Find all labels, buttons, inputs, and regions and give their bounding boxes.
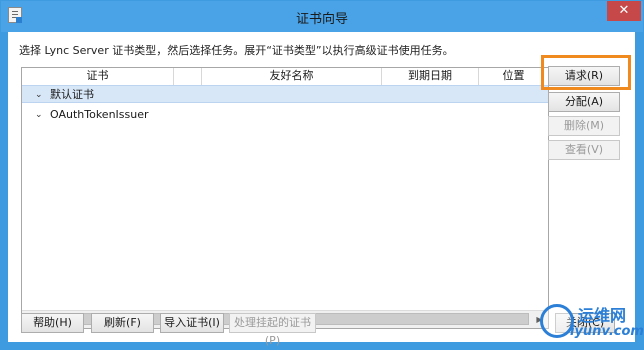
chevron-down-icon[interactable]: ⌄ xyxy=(35,106,43,124)
refresh-button[interactable]: 刷新(F) xyxy=(91,313,154,333)
column-header-friendly-name[interactable]: 友好名称 xyxy=(202,68,382,85)
close-window-button[interactable]: ✕ xyxy=(607,1,641,21)
instruction-text: 选择 Lync Server 证书类型，然后选择任务。展开“证书类型”以执行高级… xyxy=(19,44,454,57)
row-label: OAuthTokenIssuer xyxy=(50,108,149,121)
grid-row-default-certificate[interactable]: ⌄ 默认证书 xyxy=(22,85,548,103)
view-button[interactable]: 查看(V) xyxy=(548,140,620,160)
import-certificate-button[interactable]: 导入证书(I) xyxy=(160,313,224,333)
remove-button[interactable]: 删除(M) xyxy=(548,116,620,136)
window-title: 证书向导 xyxy=(295,12,348,27)
watermark-text: 运维网 xyxy=(578,306,627,325)
certificate-wizard-window: 证书向导 ✕ 选择 Lync Server 证书类型，然后选择任务。展开“证书类… xyxy=(0,0,644,350)
column-header-expiration-date[interactable]: 到期日期 xyxy=(382,68,479,85)
grid-row-oauth-token-issuer[interactable]: ⌄ OAuthTokenIssuer xyxy=(22,106,548,124)
row-label: 默认证书 xyxy=(50,88,94,101)
column-header-blank[interactable] xyxy=(174,68,202,85)
process-pending-certificates-button[interactable]: 处理挂起的证书(P) xyxy=(229,313,316,347)
column-header-location[interactable]: 位置 xyxy=(479,68,548,85)
assign-button[interactable]: 分配(A) xyxy=(548,92,620,112)
title-bar[interactable]: 证书向导 ✕ xyxy=(1,1,643,32)
request-button-highlight xyxy=(541,55,631,90)
help-button[interactable]: 帮助(H) xyxy=(21,313,84,333)
watermark-url: iyunv.com xyxy=(570,324,644,339)
site-watermark: 运维网 iyunv.com xyxy=(540,300,644,346)
grid-header: 证书 友好名称 到期日期 位置 xyxy=(22,68,548,86)
chevron-down-icon[interactable]: ⌄ xyxy=(35,86,43,104)
watermark-logo-icon xyxy=(540,304,574,338)
certificate-grid[interactable]: 证书 友好名称 到期日期 位置 ⌄ 默认证书 ⌄ OAuthTokenIssue… xyxy=(21,67,549,329)
column-header-certificate[interactable]: 证书 xyxy=(22,68,174,85)
